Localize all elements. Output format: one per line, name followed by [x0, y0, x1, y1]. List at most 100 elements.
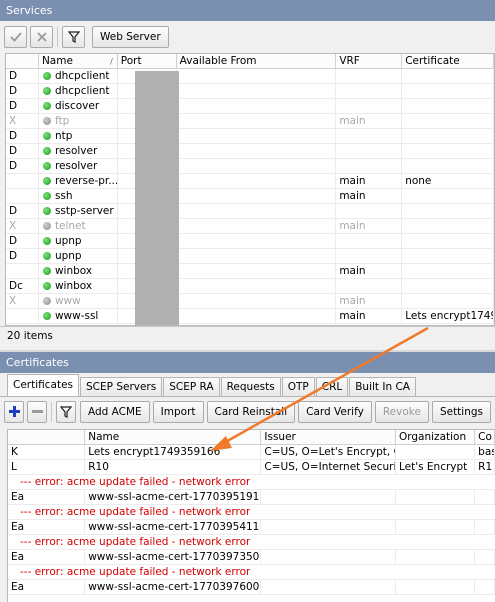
table-row[interactable]: Dupnp — [6, 234, 494, 249]
common-name-cell: R1 — [475, 460, 495, 474]
settings-button[interactable]: Settings — [431, 400, 492, 423]
certificates-window: Certificates Certificates SCEP Servers SCE… — [0, 350, 495, 602]
tab-requests[interactable]: Requests — [220, 377, 281, 396]
disable-button[interactable] — [30, 25, 53, 48]
name-cell: R10 — [85, 460, 262, 474]
status-dot-icon — [42, 237, 51, 245]
vrf-cell — [336, 99, 403, 113]
flag-cell: D — [6, 69, 39, 83]
tab-otp[interactable]: OTP — [281, 377, 315, 396]
table-row[interactable]: Ea www-ssl-acme-cert-1770397350 — [8, 550, 495, 565]
table-row[interactable]: K Lets encrypt1749359166 C=US, O=Let's Enc… — [8, 445, 495, 460]
issuer-cell — [261, 490, 396, 504]
revoke-button[interactable]: Revoke — [374, 400, 429, 423]
web-server-button[interactable]: Web Server — [92, 25, 169, 48]
certificate-cell — [402, 144, 494, 158]
status-dot-icon — [42, 207, 51, 215]
table-row[interactable]: Ddiscover — [6, 99, 494, 114]
vrf-cell: main — [336, 114, 403, 128]
certificate-cell — [402, 129, 494, 143]
column-header[interactable]: VRF — [336, 54, 403, 68]
common-name-cell — [475, 550, 495, 564]
table-row[interactable]: Dsstp-server — [6, 204, 494, 219]
tab-crl[interactable]: CRL — [315, 377, 349, 396]
card-reinstall-button[interactable]: Card Reinstall — [206, 400, 296, 423]
filter-button[interactable] — [55, 400, 76, 423]
table-row[interactable]: Xftp main — [6, 114, 494, 129]
tab-scep-ra[interactable]: SCEP RA — [163, 377, 220, 396]
vrf-cell: main — [336, 309, 403, 323]
service-name: reverse-pr... — [54, 175, 118, 187]
name-cell: sstp-server — [39, 204, 118, 218]
column-header[interactable] — [8, 430, 86, 444]
remove-button[interactable] — [27, 400, 48, 423]
table-row[interactable]: Dresolver — [6, 144, 494, 159]
table-row[interactable]: Ea www-ssl-acme-cert-1770395191 — [8, 490, 495, 505]
status-dot-icon — [42, 312, 51, 320]
available-from-cell — [177, 264, 337, 278]
available-from-cell — [177, 294, 337, 308]
table-row[interactable]: ssh main — [6, 189, 494, 204]
column-header[interactable]: Organization — [396, 430, 476, 444]
services-table: Name / Port Available From VRF Certificate Dd… — [5, 53, 495, 326]
table-row[interactable]: Dresolver — [6, 159, 494, 174]
table-row[interactable]: Xwww main — [6, 294, 494, 309]
certificate-cell — [402, 189, 494, 203]
table-row[interactable]: Ea www-ssl-acme-cert-1770395411 — [8, 520, 495, 535]
table-row[interactable]: Dntp — [6, 129, 494, 144]
table-row[interactable]: www-ssl mainLets encrypt1749... — [6, 309, 494, 324]
name-cell: ntp — [39, 129, 118, 143]
column-header[interactable]: Name — [85, 430, 262, 444]
column-header[interactable]: Port — [118, 54, 177, 68]
organization-cell — [396, 445, 476, 459]
column-header[interactable]: Certificate — [402, 54, 494, 68]
column-header[interactable]: Available From — [177, 54, 337, 68]
organization-cell: Let's Encrypt — [396, 460, 476, 474]
table-row[interactable]: Dc winbox — [6, 279, 494, 294]
certificates-header: Name Issuer Organization Co — [8, 430, 495, 445]
name-cell: www-ssl-acme-cert-1770395191 — [85, 490, 262, 504]
tab-built-in-ca[interactable]: Built In CA — [349, 377, 416, 396]
column-header[interactable]: Co — [475, 430, 495, 444]
service-name: ntp — [54, 130, 73, 142]
error-comment-row: --- error: acme update failed - network … — [8, 475, 495, 490]
status-dot-icon — [42, 177, 51, 185]
table-row[interactable]: Dupnp — [6, 249, 494, 264]
table-row[interactable]: Ddhcpclient — [6, 84, 494, 99]
import-button[interactable]: Import — [152, 400, 204, 423]
tab-certificates[interactable]: Certificates — [7, 374, 80, 396]
tab-scep-servers[interactable]: SCEP Servers — [80, 377, 163, 396]
add-acme-button[interactable]: Add ACME — [79, 400, 150, 423]
table-row[interactable]: reverse-pr... main none — [6, 174, 494, 189]
flag-cell: D — [6, 204, 39, 218]
flag-cell — [6, 264, 39, 278]
column-header[interactable]: Name / — [39, 54, 118, 68]
filter-button[interactable] — [62, 25, 85, 48]
certificate-cell — [402, 99, 494, 113]
table-row[interactable]: Ea www-ssl-acme-cert-1770397600 — [8, 580, 495, 595]
filter-icon — [59, 405, 72, 418]
table-row[interactable]: winbox main — [6, 264, 494, 279]
table-row[interactable]: Ddhcpclient — [6, 69, 494, 84]
enable-button[interactable] — [4, 25, 27, 48]
name-cell: resolver — [39, 159, 118, 173]
name-cell: www-ssl-acme-cert-1770395411 — [85, 520, 262, 534]
name-cell: www — [39, 294, 118, 308]
table-row[interactable]: Xtelnet main — [6, 219, 494, 234]
certificate-cell — [402, 69, 494, 83]
certificate-cell — [402, 219, 494, 233]
service-name: ssh — [54, 190, 73, 202]
vrf-cell — [336, 249, 403, 263]
add-button[interactable] — [4, 400, 25, 423]
service-name: winbox — [54, 265, 93, 277]
name-cell: upnp — [39, 234, 118, 248]
table-row[interactable]: L R10 C=US, O=Internet Securit... Let's Enc… — [8, 460, 495, 475]
column-header[interactable] — [6, 54, 39, 68]
name-cell: dhcpclient — [39, 69, 118, 83]
status-dot-icon — [42, 252, 51, 260]
card-verify-button[interactable]: Card Verify — [298, 400, 372, 423]
service-name: upnp — [54, 250, 82, 262]
column-header[interactable]: Issuer — [261, 430, 396, 444]
flag-cell: Ea — [8, 520, 86, 534]
plus-icon — [8, 406, 20, 417]
